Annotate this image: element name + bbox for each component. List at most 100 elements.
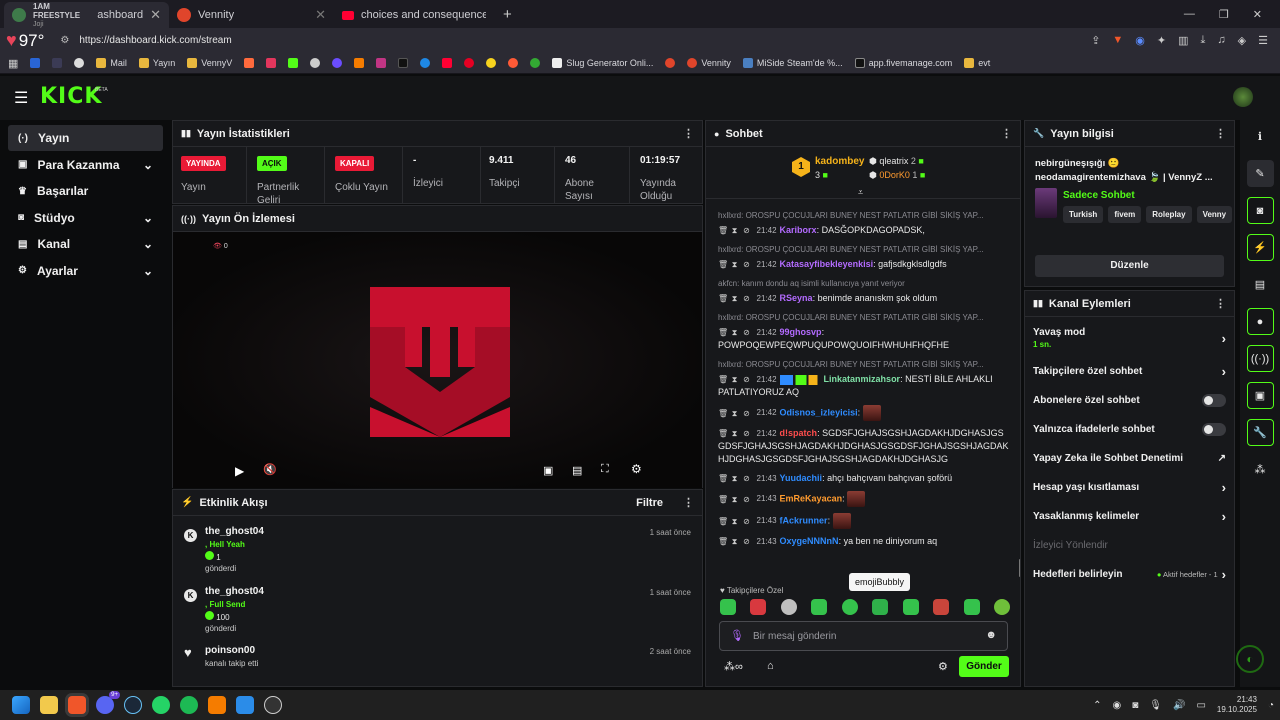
trash-icon[interactable]: 🗑 [718,495,728,504]
message-user[interactable]: Katasayfibekleyenkisi [780,259,874,269]
community-icon[interactable]: ⁂∞ [724,660,743,673]
pip-icon[interactable]: ▣ [543,464,553,477]
edit-button[interactable]: Düzenle [1035,255,1224,277]
emote-icon[interactable] [963,599,980,615]
lightning-icon[interactable]: ⚡ [1246,234,1274,261]
menu-icon[interactable]: ☰ [1258,34,1268,47]
slow-mode-row[interactable]: Yavaş mod 1 sn. › [1025,319,1234,357]
browser-tab-youtube[interactable]: choices and consequences - VennyZ [334,2,499,28]
trash-icon[interactable]: 🗑 [718,328,728,337]
windows-start-icon[interactable] [12,696,30,714]
fullscreen-icon[interactable]: ⛶ [601,463,609,476]
bookmark-icon[interactable] [486,58,497,68]
pinterest-icon[interactable] [464,58,475,68]
share-icon[interactable]: ⇪ [1091,34,1100,47]
subs-chat-toggle[interactable] [1202,394,1226,407]
more-options-icon[interactable]: ⋮ [683,127,694,140]
tag[interactable]: fivem [1108,206,1142,223]
download-icon[interactable]: ⤓ [1201,34,1206,47]
timeout-icon[interactable]: ⧗ [730,409,739,418]
send-button[interactable]: Gönder [959,656,1009,677]
message-user[interactable]: d!spatch [780,428,818,438]
trash-icon[interactable]: 🗑 [718,537,728,546]
instagram-icon[interactable] [376,58,387,68]
play-icon[interactable]: ▶ [235,464,244,478]
window-close-icon[interactable]: ✕ [1253,8,1262,21]
url-bar[interactable]: https://dashboard.kick.com/stream [79,35,231,46]
trash-icon[interactable]: 🗑 [718,226,728,235]
sidebar-item-basarilar[interactable]: ♛ Başarılar [8,178,163,204]
emote-icon[interactable] [872,599,889,615]
more-options-icon[interactable]: ⋮ [1215,127,1226,140]
ban-icon[interactable]: ⊘ [742,474,751,483]
bookmark-evt[interactable]: evt [964,58,990,68]
sidebar-item-kanal[interactable]: ▤ Kanal ⌄ [8,231,163,257]
bookmark-icon[interactable] [52,58,63,68]
ban-icon[interactable]: ⊘ [742,495,751,504]
message-user[interactable]: EmReKayacan [780,493,843,503]
message-user[interactable]: fAckrunner [780,515,828,525]
emote-icon[interactable] [750,599,767,615]
info-icon[interactable]: ℹ [1247,123,1274,150]
chat-bubble-icon[interactable]: ● [1246,308,1274,335]
community-icon[interactable]: ⁂ [1247,456,1274,483]
account-age-row[interactable]: Hesap yaşı kısıtlaması › [1025,473,1234,502]
emote-icon[interactable] [933,599,950,615]
reddit-icon[interactable] [665,58,676,68]
trash-icon[interactable]: 🗑 [718,260,728,269]
activity-user[interactable]: the_ghost04 [205,526,691,537]
video-player[interactable]: 👁 0 ▶ 🔇 ▣ ▤ ⛶ ⚙ [173,232,702,488]
timeout-icon[interactable]: ⧗ [730,328,739,337]
document-icon[interactable]: ▤ [1247,271,1274,298]
bookmark-icon[interactable] [310,58,321,68]
discord-icon[interactable]: 9+ [96,691,120,714]
chat-input-box[interactable]: 🎙 Bir mesaj gönderin ☻ [719,621,1008,651]
emote-icon[interactable] [811,599,828,615]
tag[interactable]: Roleplay [1146,206,1192,223]
timeout-icon[interactable]: ⧗ [730,260,739,269]
bookmark-icon[interactable] [332,58,343,68]
brave-browser-icon[interactable] [68,696,86,714]
sidebar-item-studyo[interactable]: ◙ Stüdyo ⌄ [8,205,163,231]
bookmark-vennity[interactable]: Vennity [687,58,731,68]
ban-icon[interactable]: ⊘ [742,375,751,384]
microphone-icon[interactable]: 🎙 [730,629,744,642]
ban-icon[interactable]: ⊘ [742,294,751,303]
broadcast-icon[interactable]: ((·)) [1246,345,1274,372]
hamburger-menu-icon[interactable]: ☰ [14,88,28,108]
timeout-icon[interactable]: ⧗ [730,226,739,235]
microphone-icon[interactable]: 🎙 [1149,700,1162,711]
message-user[interactable]: Linkatanmizahsor [824,374,901,384]
clock[interactable]: 21:43 19.10.2025 [1217,695,1257,715]
timeout-icon[interactable]: ⧗ [730,294,739,303]
whatsapp-icon[interactable] [152,696,170,714]
emote-icon[interactable] [993,599,1010,615]
emoji-picker-icon[interactable]: ☻ [985,629,997,641]
new-tab-button[interactable]: + [503,2,512,28]
timeout-icon[interactable]: ⧗ [730,517,739,526]
close-tab-icon[interactable]: ✕ [150,7,161,23]
trash-icon[interactable]: 🗑 [718,375,728,384]
bookmark-miside[interactable]: MiSide Steam'de %... [742,58,843,68]
category-name[interactable]: Sadece Sohbet [1063,190,1135,201]
notifications-icon[interactable]: ◔ [1268,700,1274,711]
tag[interactable]: Turkish [1063,206,1104,223]
site-settings-icon[interactable]: ⚙ [60,35,69,46]
minimize-icon[interactable]: — [1184,8,1195,21]
timeout-icon[interactable]: ⧗ [730,474,739,483]
bookmark-icon[interactable] [288,58,299,68]
trash-icon[interactable]: 🗑 [718,409,728,418]
trash-icon[interactable]: 🗑 [718,517,728,526]
browser-tab-vennity[interactable]: Vennity ✕ [169,2,334,28]
bookmark-icon[interactable] [244,58,255,68]
sidebar-item-para-kazanma[interactable]: ▣ Para Kazanma ⌄ [8,152,163,178]
bookmark-yayin[interactable]: Yayın [138,58,175,68]
message-user[interactable]: RSeyna [780,293,813,303]
emote-icon[interactable] [841,599,858,615]
followers-chat-row[interactable]: Takipçilere özel sohbet › [1025,357,1234,386]
app-icon[interactable] [208,696,226,714]
message-user[interactable]: Yuudachii [780,473,823,483]
trash-icon[interactable]: 🗑 [718,294,728,303]
bookmark-icon[interactable] [530,58,541,68]
x-icon[interactable] [398,58,409,68]
